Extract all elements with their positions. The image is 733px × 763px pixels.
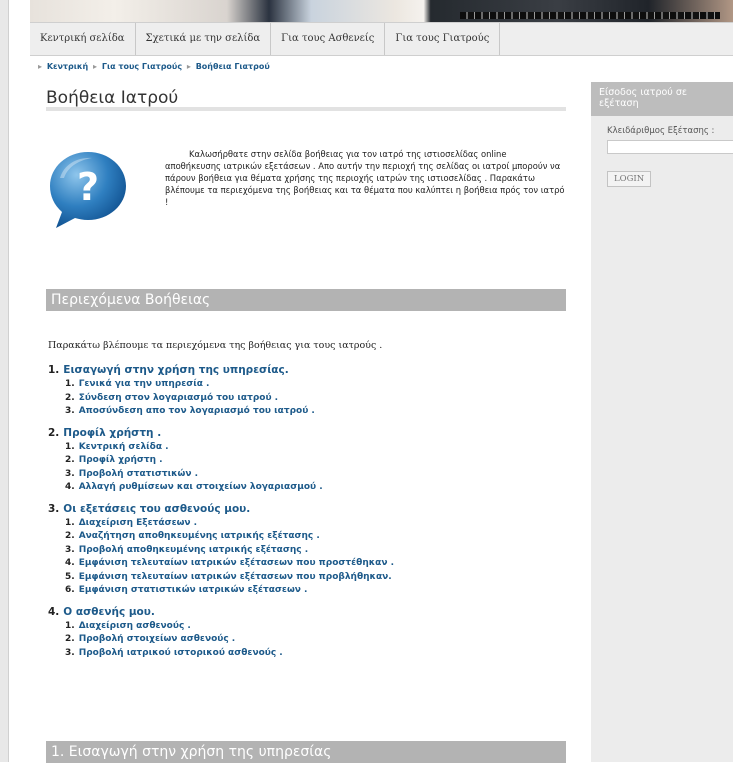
svg-text:?: ? [77, 165, 99, 209]
toc-group: 2. Προφίλ χρήστη . 1. Κεντρική σελίδα . 2.… [48, 425, 568, 495]
toc-item-link[interactable]: 3. Αποσύνδεση απο τον λογαριασμό του ιατρ… [48, 405, 568, 419]
toc-item-link[interactable]: 1. Διαχείριση ασθενούς . [48, 620, 568, 634]
toc-item-link[interactable]: 1. Διαχείριση Εξετάσεων . [48, 517, 568, 531]
banner-photo-strip [460, 12, 720, 19]
toc-item-link[interactable]: 2. Προβολή στοιχείων ασθενούς . [48, 633, 568, 647]
toc-heading-link[interactable]: 2. Προφίλ χρήστη . [48, 425, 568, 441]
toc-item-link[interactable]: 3. Προβολή στατιστικών . [48, 468, 568, 482]
toc-item-link[interactable]: 4. Εμφάνιση τελευταίων ιατρικών εξέτασεων… [48, 557, 568, 571]
section-heading-intro: 1. Εισαγωγή στην χρήση της υπηρεσίας [46, 741, 566, 763]
toc-item-link[interactable]: 1. Γενικά για την υπηρεσία . [48, 378, 568, 392]
left-page-margin [0, 0, 9, 762]
toc-group: 1. Εισαγωγή στην χρήση της υπηρεσίας. 1. Γ… [48, 362, 568, 419]
exam-key-input[interactable] [607, 139, 733, 154]
breadcrumb-item-doctors[interactable]: Για τους Γιατρούς [102, 62, 182, 71]
toc-item-link[interactable]: 2. Αναζήτηση αποθηκευμένης ιατρικής εξέτα… [48, 530, 568, 544]
toc-group: 4. Ο ασθενής μου. 1. Διαχείριση ασθενούς .… [48, 604, 568, 661]
toc-item-link[interactable]: 3. Προβολή αποθηκευμένης ιατρικής εξέταση… [48, 544, 568, 558]
page-title: Βοήθεια Ιατρού [46, 88, 179, 108]
toc-item-link[interactable]: 2. Προφίλ χρήστη . [48, 454, 568, 468]
title-divider [46, 107, 566, 111]
breadcrumb-item-home[interactable]: Κεντρική [47, 62, 88, 71]
breadcrumb-arrow-icon: ▸ [186, 62, 191, 71]
top-navigation: Κεντρική σελίδα Σχετικά με την σελίδα Γι… [30, 22, 733, 56]
contents-lead-text: Παρακάτω βλέπουμε τα περιεχόμενα της βοή… [48, 340, 383, 351]
nav-item-home[interactable]: Κεντρική σελίδα [30, 23, 136, 55]
header-banner [30, 0, 733, 22]
toc-item-link[interactable]: 3. Προβολή ιατρικού ιστορικού ασθενούς . [48, 647, 568, 661]
breadcrumb-item-current[interactable]: Βοήθεια Γιατρού [196, 62, 270, 71]
intro-paragraph: Καλωσήρθατε στην σελίδα βοήθειας για τον… [165, 149, 565, 207]
toc-heading-link[interactable]: 4. Ο ασθενής μου. [48, 604, 568, 620]
toc-item-link[interactable]: 5. Εμφάνιση τελευταίων ιατρικών εξέτασεων… [48, 571, 568, 585]
toc-item-link[interactable]: 2. Σύνδεση στον λογαριασμό του ιατρού . [48, 392, 568, 406]
nav-item-doctors[interactable]: Για τους Γιατρούς [385, 23, 501, 55]
nav-item-about[interactable]: Σχετικά με την σελίδα [136, 23, 272, 55]
login-panel-title: Είσοδος ιατρού σε εξέταση [591, 82, 733, 116]
breadcrumb: ▸ Κεντρική ▸ Για τους Γιατρούς ▸ Βοήθεια… [36, 62, 270, 71]
nav-item-patients[interactable]: Για τους Ασθενείς [271, 23, 386, 55]
intro-text: Καλωσήρθατε στην σελίδα βοήθειας για τον… [165, 148, 565, 208]
breadcrumb-arrow-icon: ▸ [93, 62, 98, 71]
toc-item-link[interactable]: 6. Εμφάνιση στατιστικών ιατρικών εξέτασεω… [48, 584, 568, 598]
contents-heading: Περιεχόμενα Βοήθειας [46, 289, 566, 311]
toc-group: 3. Οι εξετάσεις του ασθενούς μου. 1. Διαχε… [48, 501, 568, 598]
toc-heading-link[interactable]: 1. Εισαγωγή στην χρήση της υπηρεσίας. [48, 362, 568, 378]
toc-heading-link[interactable]: 3. Οι εξετάσεις του ασθενούς μου. [48, 501, 568, 517]
help-contents-list: 1. Εισαγωγή στην χρήση της υπηρεσίας. 1. Γ… [48, 362, 568, 666]
toc-item-link[interactable]: 4. Αλλαγή ρυθμίσεων και στοιχείων λογαρια… [48, 481, 568, 495]
login-button[interactable]: LOGIN [607, 171, 652, 187]
toc-item-link[interactable]: 1. Κεντρική σελίδα . [48, 441, 568, 455]
help-question-icon: ? [50, 152, 126, 228]
exam-key-label: Κλειδάριθμος Εξέτασης : [607, 126, 715, 136]
doctor-login-panel: Είσοδος ιατρού σε εξέταση Κλειδάριθμος Ε… [591, 82, 733, 762]
breadcrumb-arrow-icon: ▸ [38, 62, 43, 71]
